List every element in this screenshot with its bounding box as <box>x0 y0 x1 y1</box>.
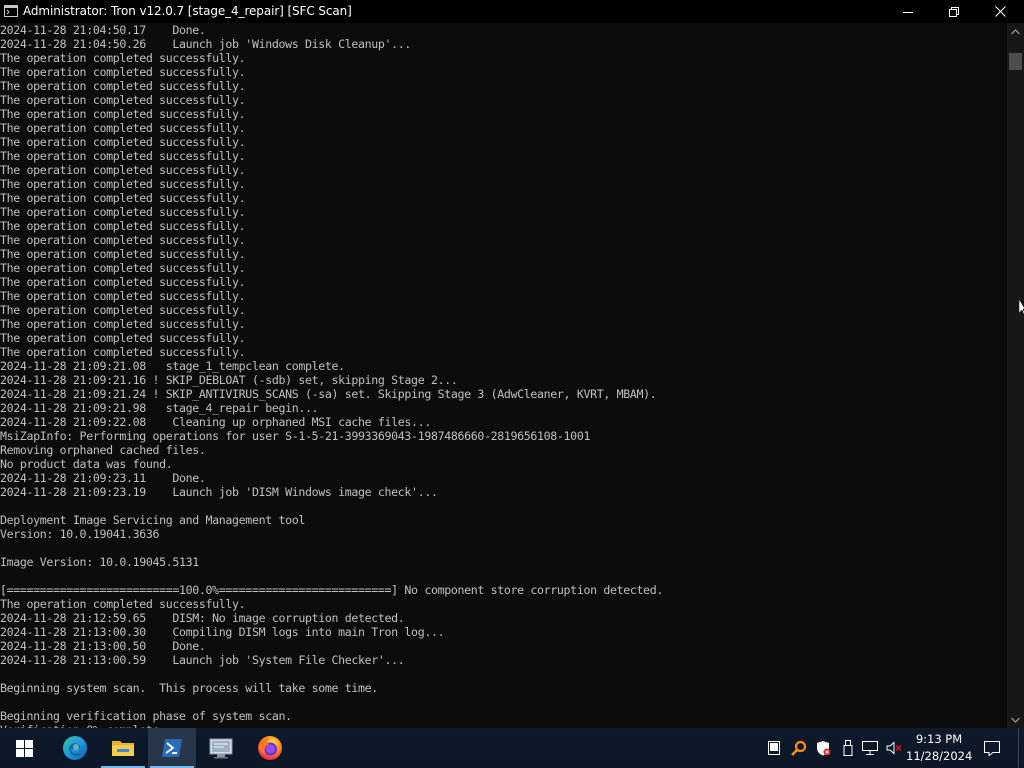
scroll-up-button[interactable] <box>1007 23 1024 40</box>
console-line: 2024-11-28 21:09:21.16 ! SKIP_DEBLOAT (-… <box>0 373 458 387</box>
folder-icon <box>112 741 134 756</box>
console-line: The operation completed successfully. <box>0 317 246 331</box>
tray-tablet[interactable] <box>766 739 782 757</box>
restore-icon <box>949 6 959 17</box>
title-bar[interactable]: Administrator: Tron v12.0.7 [stage_4_rep… <box>0 0 1024 23</box>
console-line: Image Version: 10.0.19045.5131 <box>0 555 199 569</box>
edge-browser-icon <box>63 736 87 760</box>
start-button[interactable] <box>0 728 48 768</box>
console-line: The operation completed successfully. <box>0 205 246 219</box>
taskbar-file-explorer[interactable] <box>99 728 147 768</box>
console-line: 2024-11-28 21:09:21.98 stage_4_repair be… <box>0 401 319 415</box>
computer-app-icon <box>209 738 233 759</box>
console-line: The operation completed successfully. <box>0 261 246 275</box>
console-line: The operation completed successfully. <box>0 149 246 163</box>
notification-icon <box>984 740 1000 756</box>
console-line: The operation completed successfully. <box>0 51 246 65</box>
show-desktop-button[interactable] <box>1018 728 1024 768</box>
console-line: 2024-11-28 21:13:00.59 Launch job 'Syste… <box>0 653 405 667</box>
notification-center-button[interactable] <box>980 728 1004 768</box>
console-line: 2024-11-28 21:09:21.24 ! SKIP_ANTIVIRUS_… <box>0 387 657 401</box>
console-line: The operation completed successfully. <box>0 121 246 135</box>
tray-search-tool[interactable] <box>791 739 807 757</box>
console-line: The operation completed successfully. <box>0 303 246 317</box>
console-line: Beginning verification phase of system s… <box>0 709 292 723</box>
network-icon <box>862 741 878 755</box>
console-line: The operation completed successfully. <box>0 163 246 177</box>
taskbar: 9:13 PM 11/28/2024 <box>0 728 1024 768</box>
tray-network[interactable] <box>862 739 878 757</box>
minimize-icon <box>903 11 913 13</box>
close-icon <box>994 6 1006 17</box>
console-line: The operation completed successfully. <box>0 177 246 191</box>
console-app-icon <box>4 5 18 17</box>
window-title: Administrator: Tron v12.0.7 [stage_4_rep… <box>23 4 352 18</box>
console-line: The operation completed successfully. <box>0 79 246 93</box>
console-line: The operation completed successfully. <box>0 233 246 247</box>
scroll-up-arrow-icon <box>1011 28 1020 34</box>
search-magnifier-icon <box>791 740 807 756</box>
console-line: The operation completed successfully. <box>0 93 246 107</box>
scroll-down-button[interactable] <box>1007 711 1024 728</box>
tablet-icon <box>768 741 780 755</box>
console-line: 2024-11-28 21:09:23.19 Launch job 'DISM … <box>0 485 438 499</box>
console-line: The operation completed successfully. <box>0 275 246 289</box>
windows-start-icon <box>15 739 33 757</box>
console-line: 2024-11-28 21:09:21.08 stage_1_tempclean… <box>0 359 345 373</box>
scroll-thumb[interactable] <box>1009 53 1022 70</box>
taskbar-edge[interactable] <box>51 728 99 768</box>
console-line: 2024-11-28 21:04:50.17 Done. <box>0 23 206 37</box>
vertical-scrollbar[interactable] <box>1007 23 1024 728</box>
scroll-down-arrow-icon <box>1011 717 1020 723</box>
console-line: 2024-11-28 21:04:50.26 Launch job 'Windo… <box>0 37 412 51</box>
console-line: The operation completed successfully. <box>0 331 246 345</box>
console-line: 2024-11-28 21:12:59.65 DISM: No image co… <box>0 611 405 625</box>
console-line: [==========================100.0%=======… <box>0 583 664 597</box>
console-line: 2024-11-28 21:13:00.50 Done. <box>0 639 206 653</box>
console-line: The operation completed successfully. <box>0 597 246 611</box>
taskbar-powershell[interactable] <box>148 728 196 768</box>
console-line: The operation completed successfully. <box>0 345 246 359</box>
taskbar-firefox[interactable] <box>246 728 294 768</box>
maximize-button[interactable] <box>931 0 977 23</box>
console-line: The operation completed successfully. <box>0 107 246 121</box>
console-line: 2024-11-28 21:13:00.30 Compiling DISM lo… <box>0 625 445 639</box>
taskbar-clock[interactable]: 9:13 PM 11/28/2024 <box>906 731 972 765</box>
console-line: Version: 10.0.19041.3636 <box>0 527 160 541</box>
console-line: Deployment Image Servicing and Managemen… <box>0 513 305 527</box>
shield-icon <box>817 741 831 756</box>
clock-date: 11/28/2024 <box>906 749 973 763</box>
tray-security[interactable] <box>815 739 831 757</box>
taskbar-app[interactable] <box>197 728 245 768</box>
console-window: Administrator: Tron v12.0.7 [stage_4_rep… <box>0 0 1024 728</box>
console-line: The operation completed successfully. <box>0 247 246 261</box>
tray-usb[interactable] <box>840 739 856 757</box>
close-button[interactable] <box>977 0 1023 23</box>
console-output[interactable]: 2024-11-28 21:04:50.17 Done. 2024-11-28 2… <box>0 23 1006 728</box>
console-line: No product data was found. <box>0 457 173 471</box>
console-line: Removing orphaned cached files. <box>0 443 206 457</box>
console-line: The operation completed successfully. <box>0 219 246 233</box>
mouse-cursor-icon <box>1019 299 1024 315</box>
console-line: The operation completed successfully. <box>0 289 246 303</box>
minimize-button[interactable] <box>885 0 931 23</box>
volume-muted-icon <box>886 741 902 755</box>
console-line: 2024-11-28 21:09:22.08 Cleaning up orpha… <box>0 415 431 429</box>
firefox-icon <box>258 736 282 760</box>
clock-time: 9:13 PM <box>915 732 963 746</box>
console-line: The operation completed successfully. <box>0 65 246 79</box>
console-line: The operation completed successfully. <box>0 191 246 205</box>
console-line: The operation completed successfully. <box>0 135 246 149</box>
console-line: Beginning system scan. This process will… <box>0 681 378 695</box>
usb-icon <box>843 740 853 756</box>
tray-volume[interactable] <box>886 739 902 757</box>
console-line: MsiZapInfo: Performing operations for us… <box>0 429 591 443</box>
powershell-icon <box>162 739 182 757</box>
console-line: 2024-11-28 21:09:23.11 Done. <box>0 471 206 485</box>
